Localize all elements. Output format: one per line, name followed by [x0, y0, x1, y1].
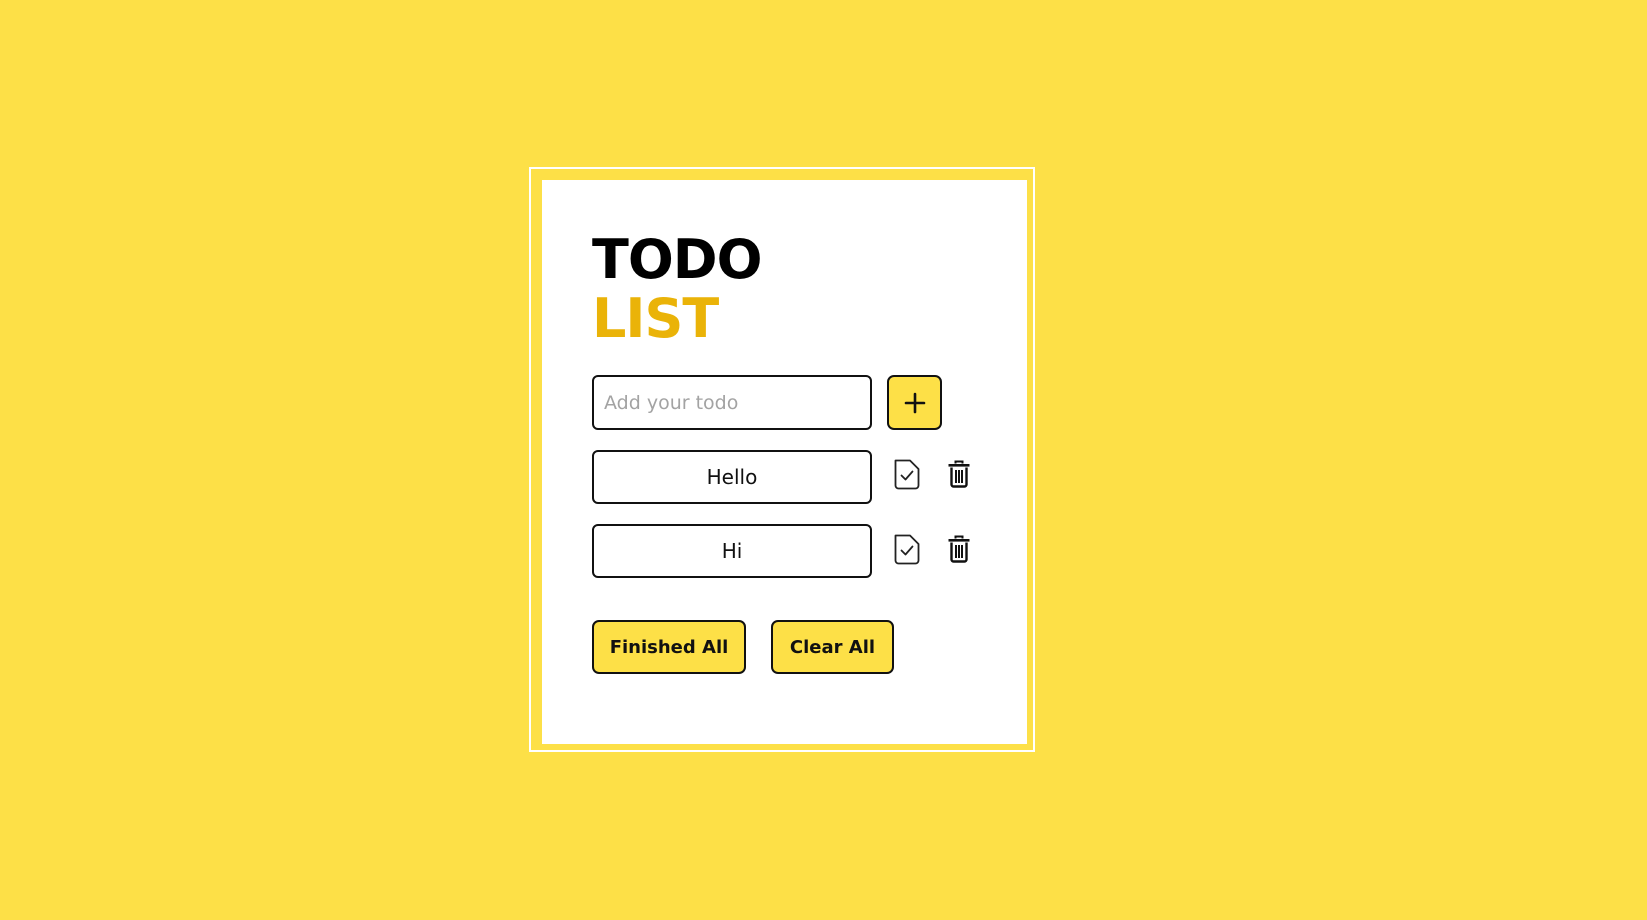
plus-icon: [904, 392, 925, 413]
clear-all-button[interactable]: Clear All: [771, 620, 894, 674]
add-todo-button[interactable]: [887, 375, 942, 430]
check-file-icon: [894, 459, 920, 489]
check-file-icon: [894, 534, 920, 564]
finish-todo-button[interactable]: [891, 532, 923, 566]
page-title: TODO LIST: [592, 228, 762, 350]
delete-todo-button[interactable]: [943, 457, 975, 491]
todo-item[interactable]: Hi: [592, 524, 872, 578]
finish-todo-button[interactable]: [891, 457, 923, 491]
todo-input[interactable]: [592, 375, 872, 430]
title-line-todo: TODO: [592, 228, 762, 291]
todo-item-text: Hello: [706, 465, 758, 489]
finished-all-button[interactable]: Finished All: [592, 620, 746, 674]
todo-item-text: Hi: [721, 539, 743, 563]
todo-item[interactable]: Hello: [592, 450, 872, 504]
trash-icon: [948, 535, 970, 563]
trash-icon: [948, 460, 970, 488]
delete-todo-button[interactable]: [943, 532, 975, 566]
title-line-list: LIST: [592, 287, 719, 350]
todo-card: TODO LIST Hello Hi: [542, 180, 1027, 744]
